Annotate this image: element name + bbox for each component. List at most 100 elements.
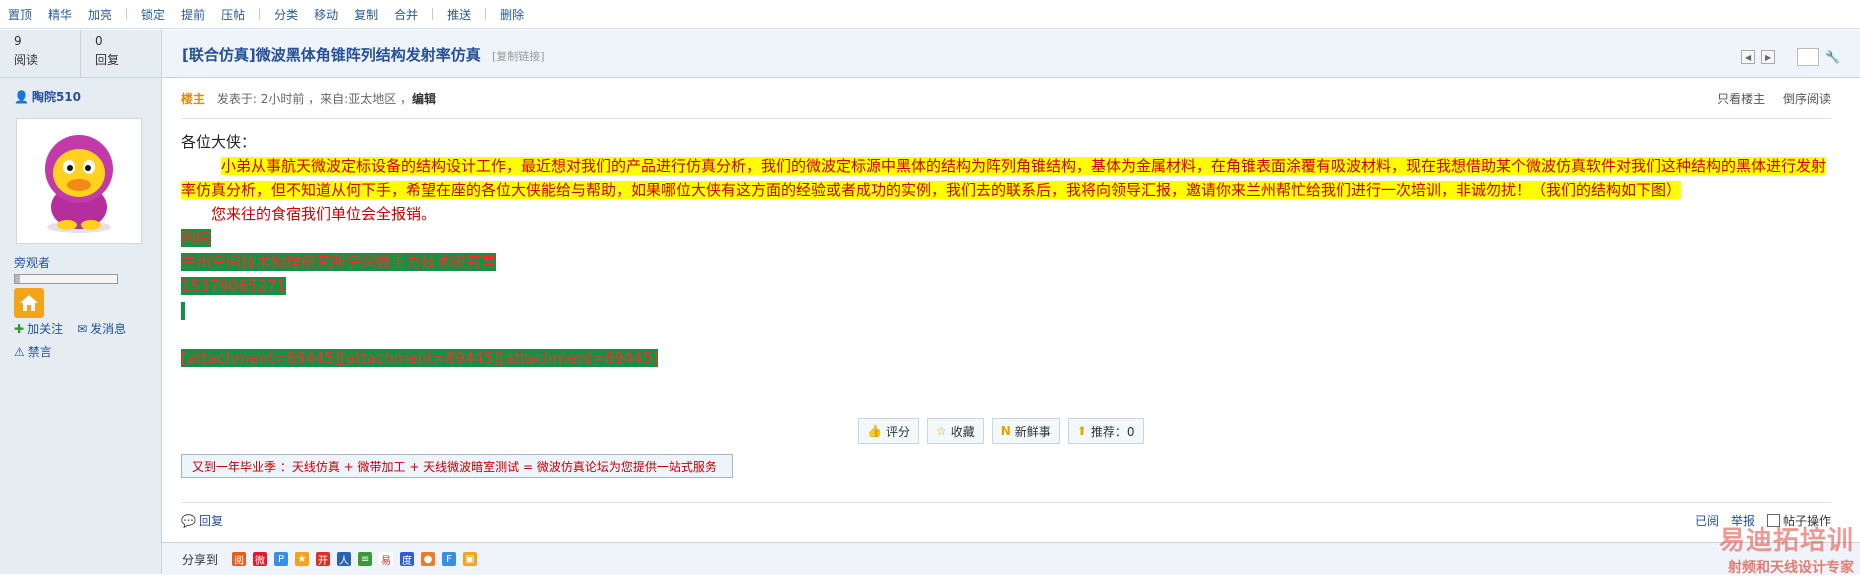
plus-icon: ✚ (14, 322, 25, 336)
post-divider (181, 118, 1831, 119)
toolbar-push[interactable]: 推送 (447, 6, 471, 23)
message-link[interactable]: ✉ 发消息 (77, 320, 126, 337)
ban-label[interactable]: 禁言 (28, 345, 52, 359)
signature-phone-text: 15379065271 (181, 277, 286, 295)
message-label[interactable]: 发消息 (90, 322, 126, 336)
share-icon-11[interactable]: F (442, 552, 457, 566)
toolbar-group-1: 置顶 精华 加亮 (0, 6, 120, 23)
edit-link[interactable]: 编辑 (412, 92, 436, 106)
reverse-order-link[interactable]: 倒序阅读 (1783, 92, 1831, 106)
toolbar-divider (259, 8, 261, 20)
prev-thread-icon[interactable]: ◀ (1741, 50, 1756, 64)
post-meta: 楼主 发表于: 2小时前 ，来自:亚太地区 ，编辑 (181, 90, 436, 110)
star-icon: ☆ (935, 424, 947, 438)
site-watermark: 易迪拓培训 射频和天线设计专家 (1719, 520, 1854, 577)
rank-progress-bar (14, 274, 118, 284)
signature-name: 陶院 (181, 226, 1831, 250)
post-paragraph-1: 小弟从事航天微波定标设备的结构设计工作，最近想对我们的产品进行仿真分析，我们的微… (181, 154, 1831, 202)
only-owner-link[interactable]: 只看楼主 (1717, 92, 1765, 106)
watermark-line-1: 易迪拓培训 (1718, 526, 1854, 556)
thread-title: [联合仿真]微波黑体角锥阵列结构发射率仿真 [复制链接] (182, 44, 545, 65)
recommend-button[interactable]: ⬆ 推荐：0 (1067, 418, 1144, 444)
toolbar-highlight[interactable]: 加亮 (88, 6, 112, 23)
fresh-label: 新鲜事 (1014, 424, 1051, 439)
signature-org: 兰州空间技术物理研究所空间微重力技术研究室 (181, 250, 1831, 274)
replies-label: 回复 (95, 53, 120, 67)
page-jump-box[interactable] (1797, 48, 1820, 66)
toolbar-divider (126, 8, 128, 20)
toolbar-merge[interactable]: 合并 (394, 6, 418, 23)
attachments-text[interactable]: [attachment=89445][attachment=89445][att… (181, 349, 659, 367)
user-ban-icon: ⚠ (14, 345, 25, 359)
post-paragraph-2: 您来往的食宿我们单位会全报销。 (211, 205, 437, 223)
toolbar-lock[interactable]: 锁定 (141, 6, 165, 23)
author-name[interactable]: 👤 陶院510 (14, 88, 81, 105)
highlighted-text: 小弟从事航天微波定标设备的结构设计工作，最近想对我们的产品进行仿真分析，我们的微… (181, 157, 1827, 199)
favorite-button[interactable]: ☆ 收藏 (926, 418, 984, 444)
wrench-icon[interactable]: 🔧 (1825, 50, 1840, 64)
avatar[interactable] (16, 118, 142, 244)
author-actions-row: ✚ 加关注 ✉ 发消息 (14, 320, 126, 337)
share-icon-1[interactable]: 阅 (232, 552, 247, 567)
qzone-icon[interactable]: ★ (295, 552, 310, 566)
toolbar-delete[interactable]: 删除 (500, 6, 524, 23)
moderation-toolbar: 置顶 精华 加亮 锁定 提前 压帖 分类 移动 复制 合并 推送 删除 (0, 0, 1860, 29)
favorite-label: 收藏 (950, 424, 975, 439)
thread-title-bar: [联合仿真]微波黑体角锥阵列结构发射率仿真 [复制链接] ◀ ▶ 🔧 (162, 30, 1860, 78)
envelope-icon: ✉ (77, 322, 88, 336)
attachments: [attachment=89445][attachment=89445][att… (181, 346, 1831, 370)
post-buttons: 👍 评分 ☆ 收藏 N 新鲜事 ⬆ 推荐：0 (858, 418, 1144, 444)
fresh-button[interactable]: N 新鲜事 (991, 418, 1060, 444)
person-icon: 👤 (14, 90, 29, 104)
share-icon-10[interactable]: ● (421, 552, 436, 566)
rate-button[interactable]: 👍 评分 (858, 418, 919, 444)
share-icon-3[interactable]: P (274, 552, 289, 566)
share-icon-8[interactable]: 易 (379, 552, 394, 567)
read-link[interactable]: 已阅 (1695, 512, 1719, 529)
copy-link[interactable]: [复制链接] (492, 50, 545, 63)
user-rank: 旁观者 (14, 256, 51, 270)
views-count: 9 (14, 34, 22, 48)
toolbar-group-4: 推送 (439, 6, 479, 23)
share-icon-7[interactable]: ≡ (358, 552, 373, 566)
renren-icon[interactable]: 人 (337, 552, 352, 567)
signature-blank-marker (181, 301, 185, 320)
news-icon: N (1000, 424, 1011, 438)
views-label: 阅读 (14, 53, 39, 67)
follow-label[interactable]: 加关注 (27, 322, 63, 336)
weibo-icon[interactable]: 微 (253, 552, 268, 567)
watermark-line-2: 射频和天线设计专家 (1728, 560, 1854, 576)
share-label: 分享到 (182, 552, 219, 567)
toolbar-move[interactable]: 移动 (314, 6, 338, 23)
follow-link[interactable]: ✚ 加关注 (14, 320, 63, 337)
kaixin-icon[interactable]: 开 (316, 552, 331, 567)
reply-link[interactable]: 💬 回复 (181, 512, 223, 529)
post-body: 各位大侠： 小弟从事航天微波定标设备的结构设计工作，最近想对我们的产品进行仿真分… (181, 130, 1831, 370)
duck-avatar-icon (45, 135, 113, 233)
toolbar-bump[interactable]: 提前 (181, 6, 205, 23)
signature-phone: 15379065271 (181, 274, 1831, 298)
signature-blank (181, 298, 1831, 322)
author-actions: ✚ 加关注 ✉ 发消息 ⚠ 禁言 (14, 320, 126, 366)
baidu-icon[interactable]: 度 (400, 552, 415, 567)
ad-banner[interactable]: 又到一年毕业季 ：天线仿真 + 微带加工 + 天线微波暗室测试 = 微波仿真论坛… (181, 454, 733, 478)
post-footer: 💬 回复 已阅 举报 帖子操作 (181, 512, 1831, 529)
replies-count: 0 (95, 34, 103, 48)
toolbar-sink[interactable]: 压帖 (221, 6, 245, 23)
views-stat: 9 阅读 (0, 30, 80, 77)
reply-label[interactable]: 回复 (199, 512, 223, 529)
post-greeting: 各位大侠： (181, 133, 257, 151)
toolbar-group-5: 删除 (492, 6, 532, 23)
toolbar-sticky[interactable]: 置顶 (8, 6, 32, 23)
toolbar-category[interactable]: 分类 (274, 6, 298, 23)
ban-link[interactable]: ⚠ 禁言 (14, 343, 52, 360)
share-icon-12[interactable]: ▣ (463, 552, 478, 566)
signature-name-text: 陶院 (181, 229, 212, 247)
post-header: 楼主 发表于: 2小时前 ，来自:亚太地区 ，编辑 只看楼主 倒序阅读 (181, 90, 1831, 110)
next-thread-icon[interactable]: ▶ (1761, 50, 1776, 64)
home-icon[interactable] (14, 288, 44, 318)
toolbar-copy[interactable]: 复制 (354, 6, 378, 23)
toolbar-digest[interactable]: 精华 (48, 6, 72, 23)
author-name-text[interactable]: 陶院510 (32, 90, 81, 104)
